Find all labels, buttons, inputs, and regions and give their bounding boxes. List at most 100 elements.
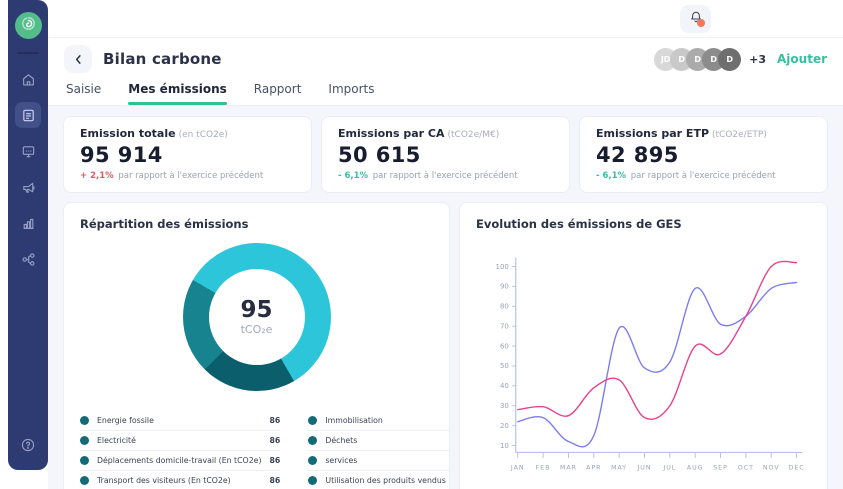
y-tick-label: 100 [496, 263, 509, 271]
x-tick-label: SEP [713, 464, 728, 471]
donut-center-value: 95 [240, 298, 272, 322]
sidebar [8, 0, 48, 470]
x-tick-label: NOV [763, 464, 780, 471]
page-title: Bilan carbone [103, 50, 222, 68]
ges-evolution-card: Evolution des émissions de GES 100908070… [459, 202, 828, 489]
y-tick-label: 10 [500, 442, 509, 450]
y-tick-label: 20 [500, 422, 509, 430]
legend-dot-icon [308, 456, 317, 465]
legend-label: Electricité [97, 436, 262, 445]
x-tick-label: MAR [560, 464, 577, 471]
stat-delta: - 6,1% [596, 171, 626, 181]
stat-card-emission-totale: Emission totale(en tCO2e)95 914+ 2,1% pa… [63, 116, 312, 193]
legend-value: 86 [270, 436, 281, 445]
stat-delta: - 6,1% [338, 171, 368, 181]
donut-legend: Energie fossile 86 Electricité 86 Déplacemen… [80, 411, 433, 489]
stat-note: - 6,1% par rapport à l'exercice précéden… [338, 171, 553, 181]
page-header: Bilan carbone JDDDDD +3 Ajouter Saisie Me… [48, 38, 843, 106]
x-tick-label: DEC [789, 464, 805, 471]
x-tick-label: JAN [510, 464, 525, 471]
x-tick-label: MAY [611, 464, 627, 471]
legend-label: Immobilisation [325, 416, 446, 425]
sidebar-item-home[interactable] [15, 66, 41, 92]
sidebar-item-help[interactable] [15, 432, 41, 458]
stat-value: 95 914 [80, 143, 295, 167]
tabs: Saisie Mes émissions Rapport Imports [64, 82, 827, 105]
charts-row: Répartition des émissions 95 tCO₂e Energ… [63, 202, 828, 489]
spiral-logo-icon [20, 15, 37, 36]
legend-label: Utilisation des produits vendus [325, 476, 446, 485]
sidebar-item-monitor[interactable] [15, 138, 41, 164]
legend-item-electricit: Electricité 86 [80, 431, 280, 451]
legend-value: 86 [270, 476, 281, 485]
add-member-link[interactable]: Ajouter [777, 52, 827, 66]
line-chart-title: Evolution des émissions de GES [476, 217, 811, 231]
series-line-2 [518, 261, 797, 419]
stat-title: Emission totale(en tCO2e) [80, 127, 295, 140]
avatar-overflow-count[interactable]: +3 [749, 53, 766, 66]
stat-unit: (tCO2e/ETP) [712, 130, 767, 140]
tab-imports[interactable]: Imports [328, 82, 374, 105]
y-tick-label: 60 [500, 342, 509, 350]
legend-dot-icon [80, 456, 89, 465]
legend-label: Déplacements domicile-travail (En tCO2e) [97, 456, 262, 465]
stat-unit: (tCO2e/M€) [448, 130, 500, 140]
stat-unit: (en tCO2e) [179, 130, 228, 140]
donut-center-unit: tCO₂e [241, 323, 273, 336]
avatar-group: JDDDDD [654, 48, 741, 71]
y-tick-label: 80 [500, 303, 509, 311]
legend-dot-icon [80, 416, 89, 425]
x-tick-label: OCT [738, 464, 754, 471]
x-tick-label: AUG [687, 464, 704, 471]
tab-saisie[interactable]: Saisie [66, 82, 101, 105]
legend-label: Energie fossile [97, 416, 262, 425]
y-tick-label: 40 [500, 382, 509, 390]
sidebar-item-organisation[interactable] [15, 246, 41, 272]
megaphone-icon [21, 180, 36, 195]
stat-title: Emissions par CA(tCO2e/M€) [338, 127, 553, 140]
stat-delta: + 2,1% [80, 171, 114, 181]
stat-value: 42 895 [596, 143, 811, 167]
monitor-icon [21, 144, 36, 159]
legend-dot-icon [308, 416, 317, 425]
tab-mes-missions[interactable]: Mes émissions [128, 82, 226, 105]
notification-dot [697, 19, 705, 27]
avatar[interactable]: D [718, 48, 741, 71]
series-line-1 [518, 282, 797, 446]
stats-row: Emission totale(en tCO2e)95 914+ 2,1% pa… [63, 116, 828, 193]
legend-item-immobilisation: Immobilisation86 [308, 411, 450, 431]
stat-value: 50 615 [338, 143, 553, 167]
x-tick-label: JUL [662, 464, 676, 471]
x-tick-label: APR [586, 464, 601, 471]
legend-item-utilisation-des-produits-vendus: Utilisation des produits vendus86 [308, 471, 450, 489]
legend-item-services: services86 [308, 451, 450, 471]
sidebar-item-report[interactable] [15, 102, 41, 128]
legend-dot-icon [80, 476, 89, 485]
report-icon [21, 108, 36, 123]
back-button[interactable] [64, 45, 92, 73]
sidebar-item-analytics[interactable] [15, 210, 41, 236]
line-chart: 100908070605040302010JANFEBMARAPRMAYJUNJ… [476, 239, 811, 481]
legend-item-transport-des-visiteurs-en-tco2e: Transport des visiteurs (En tCO2e)86 [80, 471, 280, 489]
sidebar-item-megaphone[interactable] [15, 174, 41, 200]
legend-value: 86 [270, 456, 281, 465]
stat-card-emissions-par-ca: Emissions par CA(tCO2e/M€) 50 615 - 6,1% p… [321, 116, 570, 193]
legend-column: Immobilisation86Déchets86services86Utili… [308, 411, 450, 489]
donut-chart-title: Répartition des émissions [80, 217, 433, 231]
y-tick-label: 50 [500, 362, 509, 370]
y-tick-label: 30 [500, 402, 509, 410]
legend-label: services [325, 456, 446, 465]
donut-chart: 95 tCO₂e [183, 243, 331, 391]
tab-rapport[interactable]: Rapport [254, 82, 302, 105]
app-logo[interactable] [15, 12, 42, 39]
emissions-breakdown-card: Répartition des émissions 95 tCO₂e Energ… [63, 202, 450, 489]
topbar [48, 0, 843, 38]
main-area: Bilan carbone JDDDDD +3 Ajouter Saisie Me… [48, 0, 843, 489]
legend-dot-icon [80, 436, 89, 445]
network-icon [21, 252, 36, 267]
help-icon [20, 437, 36, 453]
y-tick-label: 70 [500, 322, 509, 330]
chevron-left-icon [73, 50, 84, 69]
notifications-button[interactable] [680, 5, 711, 33]
legend-dot-icon [308, 436, 317, 445]
